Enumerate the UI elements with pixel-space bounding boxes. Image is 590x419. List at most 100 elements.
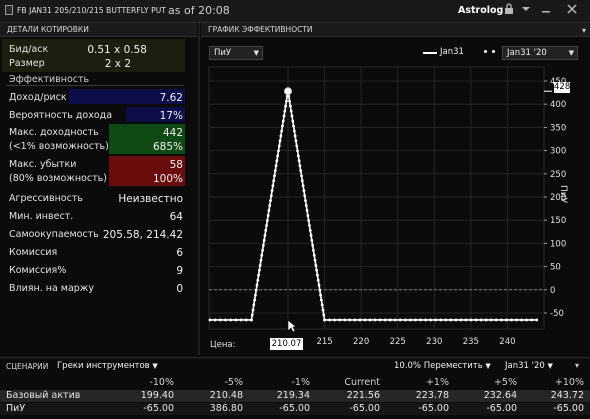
series-point [289,109,293,113]
expiry-select[interactable]: Jan31 '20 ▼ [505,361,553,371]
col-header: -10% [149,377,174,388]
series-point [309,234,313,237]
series-point [307,219,311,222]
series-point [469,318,473,322]
series-point [388,318,392,322]
series-point [208,318,212,322]
section-divider [6,85,184,86]
panel-splitter[interactable] [198,23,200,355]
move-select[interactable]: 10.0% Переместить ▼ [394,361,491,371]
close-icon[interactable] [566,3,578,17]
table-cell: 232.64 [483,390,517,401]
series-point [269,194,273,198]
series-point [261,243,265,247]
table-cell: 386.80 [209,403,243,414]
col-header: -5% [224,377,244,388]
series-point [333,318,337,322]
series-point [316,273,319,277]
series-point [297,159,301,163]
series-point [269,199,272,203]
x-ticks: 215 220 225 230 235 240 [316,337,515,347]
minimize-icon[interactable] [540,3,552,17]
series-point [279,134,283,138]
legend-dotted-value: Jan31 '20 [507,48,547,58]
series-point [288,99,291,103]
series-point [275,159,279,163]
series-point [256,278,260,282]
series-point [300,174,303,178]
series-point [304,199,307,203]
scenarios-menu-icon[interactable]: ▾ [575,361,579,370]
series-point [510,318,513,322]
series-point [314,263,318,267]
lock-icon[interactable] [503,3,515,17]
series-point [276,154,280,158]
series-point [272,179,276,183]
series-point [258,263,262,267]
table-row[interactable]: ПиУ -65.00 386.80 -65.00 -65.00 -65.00 -… [0,403,590,415]
commission-pct-row: Комиссия% 9 [0,263,197,279]
series-point [251,308,255,312]
series-point [525,318,528,322]
chevron-down-icon[interactable] [520,3,532,17]
series-point [282,114,286,118]
series-point [264,229,268,232]
series-point [229,318,233,322]
pnl-chart[interactable]: 450400350300250200150100500-50 215220225… [201,63,590,355]
greeks-select-value: Греки инструментов [57,361,150,371]
y-tick-label: 100 [550,239,566,249]
panel-menu-icon[interactable]: ▾ [582,26,586,35]
col-header: Current [344,377,380,388]
prob-profit-label: Вероятность дохода [9,110,113,121]
as-of-time: as of 20:08 [168,4,230,17]
table-row[interactable]: Базовый актив 199.40 210.48 219.34 221.5… [0,390,590,402]
series-point [306,214,310,217]
cursor-price-tag: 210.07 [270,338,303,350]
legend-dotted-swatch-dot1 [484,50,487,53]
series-point [535,318,539,322]
series-line-jan31 [210,91,537,321]
table-cell: 219.34 [276,390,310,401]
table-cell: -65.00 [143,403,174,414]
size-row: Размер 2 x 2 [0,56,197,72]
table-cell: 223.78 [415,390,449,401]
income-risk-label: Доход/риск [9,92,67,103]
y-axis-label: ПиУ [558,185,568,204]
series-point [293,134,297,138]
series-point [292,124,295,128]
series-point [252,303,256,307]
series-point [320,303,324,307]
series-point [317,283,321,287]
income-risk-row: Доход/риск 7.62 [0,90,197,106]
series-point [254,293,257,297]
series-point [348,318,352,322]
greeks-select[interactable]: Греки инструментов ▼ [57,361,158,371]
table-cell: -65.00 [553,403,584,414]
series-point [304,204,308,207]
document-icon [5,5,13,15]
series-point [368,318,372,322]
series-point [253,298,257,302]
max-loss-prob-row: (80% возможность) 100% [0,171,197,187]
max-profit-value: 442 [162,127,183,139]
legend-dotted-select[interactable]: Jan31 '20 ▼ [502,46,578,60]
bid-ask-label: Бид/аск [9,44,49,55]
series-point [259,258,263,262]
series-point [403,318,407,322]
chevron-down-icon: ▼ [152,362,158,370]
scenarios-header: СЦЕНАРИИ [6,362,49,371]
series-point [250,313,254,317]
x-tick-label: 235 [463,337,479,347]
series-point [464,318,468,322]
app-name: Astrolog [458,5,504,16]
series-point [291,119,295,123]
series-point [311,243,315,247]
series-point [213,318,217,322]
series-point [328,318,332,322]
col-header: +10% [554,377,584,388]
chart-mode-select[interactable]: ПиУ ▼ [209,46,263,60]
series-point [254,288,258,292]
series-point [312,248,315,252]
row-name: Базовый актив [6,390,81,401]
series-point [338,318,342,322]
